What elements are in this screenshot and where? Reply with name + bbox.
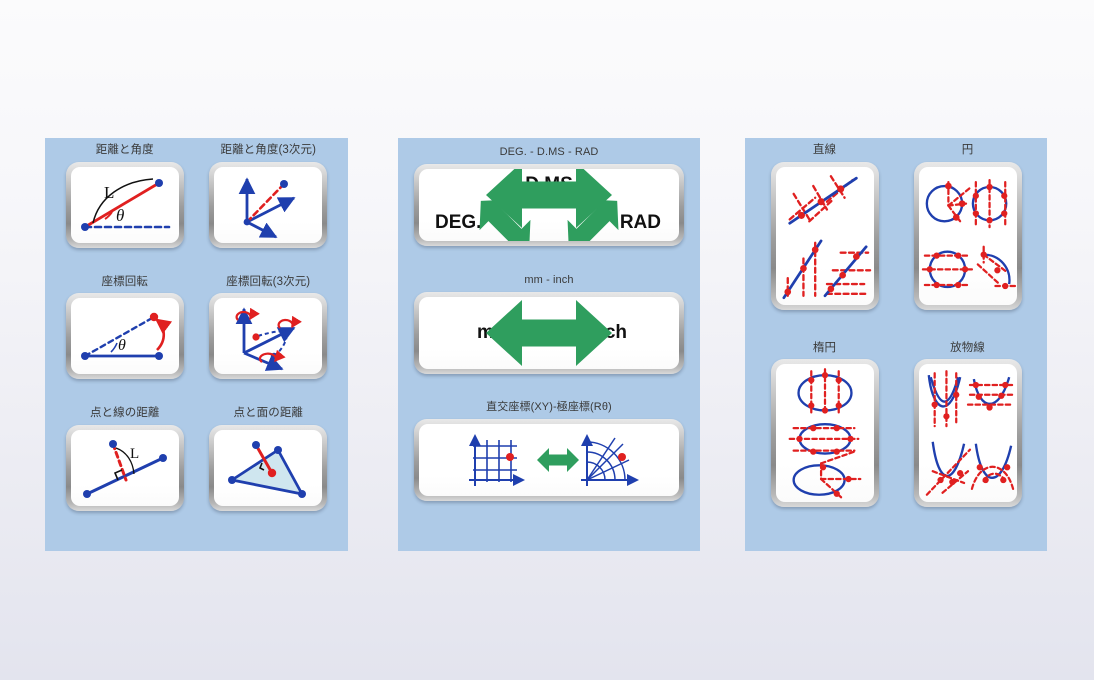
card-inner	[419, 424, 679, 497]
tile-label: 座標回転(3次元)	[226, 275, 311, 288]
svg-text:L: L	[130, 446, 139, 462]
tile-coordinate-rotation-3d[interactable]: 座標回転(3次元)	[197, 276, 341, 408]
card-inner	[214, 429, 323, 506]
conversion-tile-grid: DEG. - D.MS - RAD D.MS DEG. RAD	[398, 138, 700, 551]
tile-ellipse[interactable]: 楕円	[753, 342, 896, 540]
ellipse-intersections-icon	[788, 368, 861, 500]
distance-angle-2d-icon: L θ	[80, 177, 171, 231]
tile-label: 点と線の距離	[89, 407, 160, 420]
svg-text:θ: θ	[118, 337, 126, 354]
card-inner	[214, 166, 323, 243]
horizontal-double-arrow-icon	[486, 299, 612, 366]
tile-point-line-distance[interactable]: 点と線の距離 L	[53, 407, 197, 539]
svg-text:θ: θ	[116, 206, 124, 225]
card-point-line-distance[interactable]: L	[65, 424, 184, 511]
length-unit-conversion-icon: mm inch	[419, 297, 679, 369]
card-length-unit-conversion[interactable]: mm inch	[414, 291, 684, 374]
card-distance-angle-3d[interactable]	[209, 161, 328, 248]
tile-cartesian-polar-conversion[interactable]: 直交座標(XY)-極座標(Rθ)	[410, 401, 688, 529]
point-line-distance-icon: L	[82, 439, 167, 498]
card-inner: L θ	[70, 166, 179, 243]
tile-label: 放物線	[950, 341, 985, 354]
tile-circle[interactable]: 円	[896, 144, 1039, 342]
tile-label: 楕円	[812, 341, 837, 354]
line-intersections-icon	[781, 174, 871, 299]
panel-geometry: 距離と角度 L θ 距離と角度(3次元) 座標回転 θ 座標回転(3次元) 点と…	[45, 138, 348, 551]
tile-label: 円	[961, 144, 974, 156]
card-coordinate-rotation-2d[interactable]: θ	[65, 293, 184, 380]
card-line[interactable]	[770, 161, 879, 310]
card-coordinate-rotation-3d[interactable]	[209, 293, 328, 380]
tile-coordinate-rotation-2d[interactable]: 座標回転 θ	[53, 276, 197, 408]
tile-distance-angle-2d[interactable]: 距離と角度 L θ	[53, 144, 197, 276]
distance-angle-3d-icon	[238, 176, 296, 238]
card-circle[interactable]	[913, 161, 1022, 310]
card-inner: θ	[70, 298, 179, 375]
tile-label: 距離と角度(3次元)	[220, 144, 317, 156]
card-parabola[interactable]	[913, 359, 1022, 508]
panel-curves: 直線 円 楕円 放物線	[745, 138, 1047, 551]
curves-tile-grid: 直線 円 楕円 放物線	[745, 138, 1047, 551]
geometry-tile-grid: 距離と角度 L θ 距離と角度(3次元) 座標回転 θ 座標回転(3次元) 点と…	[45, 138, 348, 551]
card-inner	[214, 298, 323, 375]
card-inner	[775, 364, 874, 503]
tile-label: 点と面の距離	[233, 407, 304, 420]
card-distance-angle-2d[interactable]: L θ	[65, 161, 184, 248]
tile-label: mm - inch	[524, 273, 574, 286]
app-canvas: 距離と角度 L θ 距離と角度(3次元) 座標回転 θ 座標回転(3次元) 点と…	[0, 0, 1094, 680]
circle-intersections-icon	[921, 178, 1016, 289]
tile-point-plane-distance[interactable]: 点と面の距離	[197, 407, 341, 539]
tile-length-unit-conversion[interactable]: mm - inch mm inch	[410, 274, 688, 402]
tile-label: 座標回転	[101, 275, 148, 288]
card-inner: mm inch	[419, 296, 679, 369]
coordinate-rotation-2d-icon: θ	[80, 313, 172, 361]
tile-parabola[interactable]: 放物線	[896, 342, 1039, 540]
svg-text:L: L	[104, 183, 114, 202]
tile-label: 距離と角度	[95, 144, 154, 156]
card-inner: D.MS DEG. RAD	[419, 169, 679, 242]
card-cartesian-polar-conversion[interactable]	[414, 419, 684, 502]
card-inner	[918, 166, 1017, 305]
card-point-plane-distance[interactable]	[209, 424, 328, 511]
tile-distance-angle-3d[interactable]: 距離と角度(3次元)	[197, 144, 341, 276]
coordinate-rotation-3d-icon	[235, 307, 303, 372]
tile-label: DEG. - D.MS - RAD	[499, 146, 599, 158]
tile-line[interactable]: 直線	[753, 144, 896, 342]
card-angle-unit-conversion[interactable]: D.MS DEG. RAD	[414, 164, 684, 247]
tile-label: 直交座標(XY)-極座標(Rθ)	[486, 401, 612, 414]
tile-label: 直線	[812, 144, 837, 156]
parabola-intersections-icon	[925, 370, 1014, 497]
card-inner	[775, 166, 874, 305]
panel-conversion: DEG. - D.MS - RAD D.MS DEG. RAD	[398, 138, 700, 551]
card-inner	[918, 364, 1017, 503]
tile-angle-unit-conversion[interactable]: DEG. - D.MS - RAD D.MS DEG. RAD	[410, 146, 688, 274]
angle-unit-conversion-icon: D.MS DEG. RAD	[419, 169, 679, 242]
card-inner: L	[70, 429, 179, 506]
cartesian-polar-conversion-icon	[469, 434, 639, 487]
point-plane-distance-icon	[228, 440, 307, 498]
card-ellipse[interactable]	[770, 359, 879, 508]
horizontal-double-arrow-icon	[486, 169, 612, 229]
